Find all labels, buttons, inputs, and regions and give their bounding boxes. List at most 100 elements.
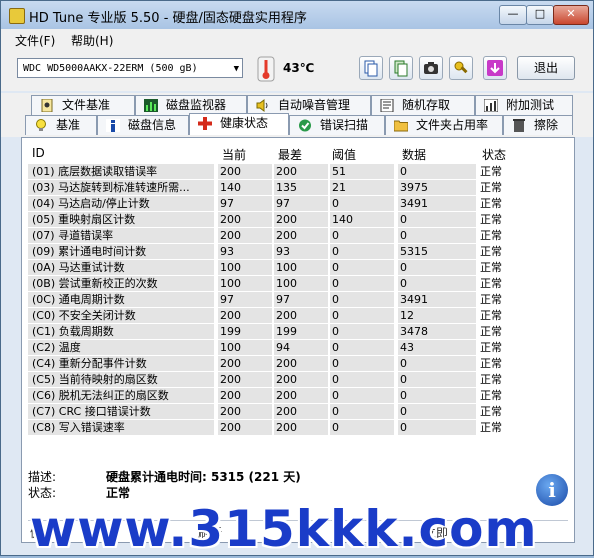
tools-icon <box>454 61 468 74</box>
close-button[interactable]: ✕ <box>553 5 589 25</box>
attr-status: 正常 <box>480 165 502 178</box>
table-row[interactable]: (0A) 马达重试计数 100 100 0 0 正常 <box>28 260 568 276</box>
attr-id: (C5) 当前待映射的扇区数 <box>28 372 214 387</box>
table-row[interactable]: (C2) 温度 100 94 0 43 正常 <box>28 340 568 356</box>
table-row[interactable]: (0B) 尝试重新校正的次数 100 100 0 0 正常 <box>28 276 568 292</box>
attr-current: 100 <box>218 340 272 355</box>
maximize-button[interactable]: □ <box>526 5 554 25</box>
attr-worst: 200 <box>274 308 328 323</box>
table-row[interactable]: (C1) 负载周期数 199 199 0 3478 正常 <box>28 324 568 340</box>
attr-threshold: 0 <box>330 372 394 387</box>
attr-id: (C8) 写入错误速率 <box>28 420 214 435</box>
attr-current: 200 <box>218 308 272 323</box>
attr-data: 0 <box>398 404 476 419</box>
table-row[interactable]: (C7) CRC 接口错误计数 200 200 0 0 正常 <box>28 404 568 420</box>
attr-worst: 200 <box>274 164 328 179</box>
col-header-status[interactable]: 状态 <box>482 146 506 163</box>
attr-data: 3491 <box>398 292 476 307</box>
attr-data: 3478 <box>398 324 476 339</box>
table-row[interactable]: (01) 底层数据读取错误率 200 200 51 0 正常 <box>28 164 568 180</box>
table-row[interactable]: (03) 马达旋转到标准转速所需... 140 135 21 3975 正常 <box>28 180 568 196</box>
attr-threshold: 0 <box>330 228 394 243</box>
tab-disk-monitor[interactable]: 磁盘监视器 <box>135 95 247 115</box>
attr-current: 93 <box>218 244 272 259</box>
down-arrow-icon <box>487 60 503 76</box>
attr-data: 3975 <box>398 180 476 195</box>
attr-status: 正常 <box>480 261 502 274</box>
info-icon[interactable]: i <box>536 474 568 506</box>
tab-folder-usage[interactable]: 文件夹占用率 <box>385 115 503 135</box>
tab-error-scan[interactable]: 错误扫描 <box>289 115 385 135</box>
drive-select-value: WDC WD5000AAKX-22ERM (500 gB) <box>23 63 198 74</box>
menu-help[interactable]: 帮助(H) <box>71 32 113 49</box>
attr-id: (0C) 通电周期计数 <box>28 292 214 307</box>
tab-extra-tests[interactable]: 附加测试 <box>475 95 573 115</box>
tab-benchmark[interactable]: 基准 <box>25 115 97 135</box>
attr-data: 0 <box>398 388 476 403</box>
attr-current: 200 <box>218 356 272 371</box>
chevron-down-icon: ▼ <box>233 64 239 74</box>
copy-all-button[interactable] <box>389 56 413 80</box>
attr-worst: 200 <box>274 356 328 371</box>
table-row[interactable]: (C6) 脱机无法纠正的扇区数 200 200 0 0 正常 <box>28 388 568 404</box>
attr-status: 正常 <box>480 197 502 210</box>
attr-worst: 200 <box>274 404 328 419</box>
tab-noise-management[interactable]: 自动噪音管理 <box>247 95 371 115</box>
app-window: HD Tune 专业版 5.50 - 硬盘/固态硬盘实用程序 — □ ✕ 文件(… <box>0 0 594 556</box>
attr-worst: 100 <box>274 276 328 291</box>
attr-status: 正常 <box>480 405 502 418</box>
tab-file-benchmark[interactable]: 文件基准 <box>31 95 135 115</box>
col-header-worst[interactable]: 最差 <box>278 146 302 163</box>
drive-select[interactable]: WDC WD5000AAKX-22ERM (500 gB) ▼ <box>17 58 243 78</box>
attr-worst: 199 <box>274 324 328 339</box>
table-row[interactable]: (0C) 通电周期计数 97 97 0 3491 正常 <box>28 292 568 308</box>
folder-icon <box>394 120 408 132</box>
window-title: HD Tune 专业版 5.50 - 硬盘/固态硬盘实用程序 <box>29 11 307 26</box>
red-cross-icon <box>198 117 212 130</box>
attr-status: 正常 <box>480 373 502 386</box>
save-button[interactable] <box>483 56 507 80</box>
col-header-id[interactable]: ID <box>32 146 45 160</box>
attr-data: 0 <box>398 228 476 243</box>
exit-button[interactable]: 退出 <box>517 56 575 80</box>
attr-id: (0B) 尝试重新校正的次数 <box>28 276 214 291</box>
attr-data: 0 <box>398 420 476 435</box>
table-row[interactable]: (07) 寻道错误率 200 200 0 0 正常 <box>28 228 568 244</box>
attr-status: 正常 <box>480 229 502 242</box>
attr-status: 正常 <box>480 277 502 290</box>
table-row[interactable]: (C8) 写入错误速率 200 200 0 0 正常 <box>28 420 568 436</box>
table-row[interactable]: (C0) 不安全关闭计数 200 200 0 12 正常 <box>28 308 568 324</box>
table-row[interactable]: (C5) 当前待映射的扇区数 200 200 0 0 正常 <box>28 372 568 388</box>
table-row[interactable]: (05) 重映射扇区计数 200 200 140 0 正常 <box>28 212 568 228</box>
attr-current: 97 <box>218 196 272 211</box>
attr-data: 0 <box>398 372 476 387</box>
minimize-button[interactable]: — <box>499 5 527 25</box>
menu-file[interactable]: 文件(F) <box>15 32 55 49</box>
attr-threshold: 0 <box>330 388 394 403</box>
col-header-threshold[interactable]: 阈值 <box>332 146 356 163</box>
health-panel: ID 当前 最差 阈值 数据 状态 (01) 底层数据读取错误率 200 200 51… <box>21 137 575 543</box>
tab-random-access[interactable]: 随机存取 <box>371 95 475 115</box>
attr-threshold: 0 <box>330 308 394 323</box>
table-row[interactable]: (09) 累计通电时间计数 93 93 0 5315 正常 <box>28 244 568 260</box>
copy-text-button[interactable] <box>359 56 383 80</box>
watermark-text: www.315kkk.com <box>30 500 538 558</box>
tab-health[interactable]: 健康状态 <box>189 113 289 135</box>
attr-worst: 200 <box>274 420 328 435</box>
attr-worst: 135 <box>274 180 328 195</box>
tab-erase[interactable]: 擦除 <box>503 115 573 135</box>
col-header-current[interactable]: 当前 <box>222 146 246 163</box>
col-header-data[interactable]: 数据 <box>402 146 426 163</box>
table-row[interactable]: (04) 马达启动/停止计数 97 97 0 3491 正常 <box>28 196 568 212</box>
attr-current: 100 <box>218 260 272 275</box>
attr-data: 5315 <box>398 244 476 259</box>
table-row[interactable]: (C4) 重新分配事件计数 200 200 0 0 正常 <box>28 356 568 372</box>
attr-threshold: 0 <box>330 356 394 371</box>
title-bar[interactable]: HD Tune 专业版 5.50 - 硬盘/固态硬盘实用程序 — □ ✕ <box>1 1 593 29</box>
tab-disk-info[interactable]: 磁盘信息 <box>97 115 189 135</box>
attr-worst: 97 <box>274 196 328 211</box>
attr-id: (C2) 温度 <box>28 340 214 355</box>
screenshot-button[interactable] <box>419 56 443 80</box>
attr-data: 0 <box>398 164 476 179</box>
options-button[interactable] <box>449 56 473 80</box>
